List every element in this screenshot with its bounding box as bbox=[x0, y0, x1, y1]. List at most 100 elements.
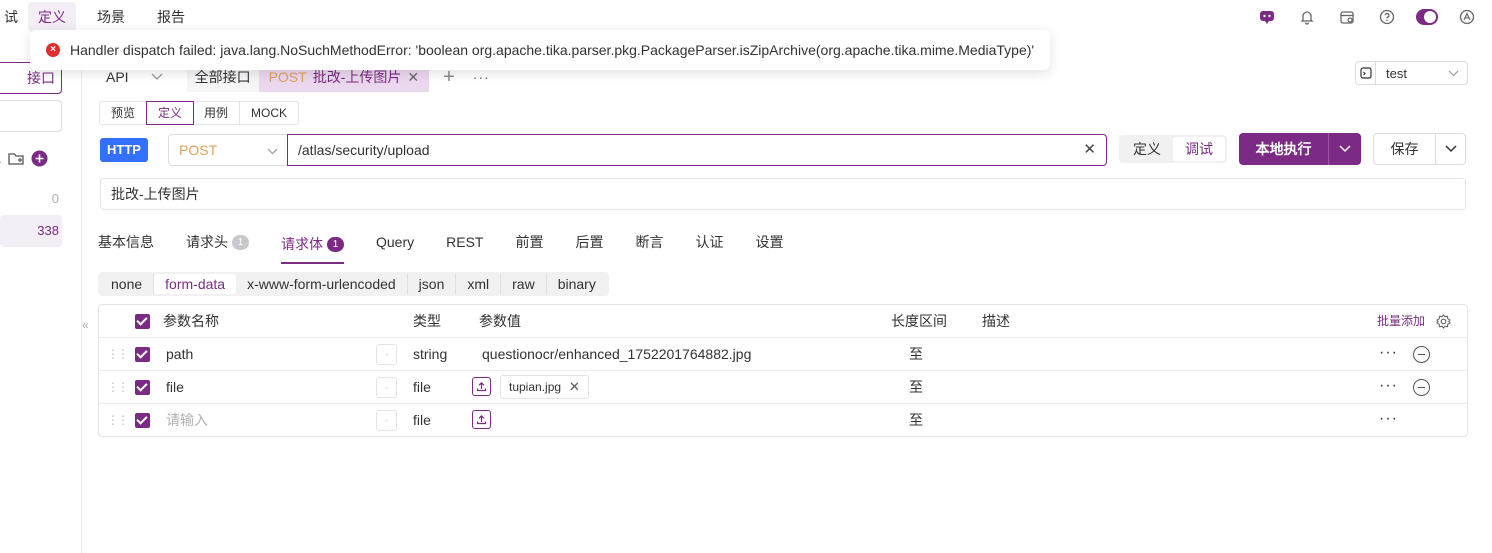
help-icon[interactable] bbox=[1376, 6, 1398, 28]
tab-label: Query bbox=[376, 234, 415, 250]
sidebar-count-unclassified: 0 bbox=[51, 191, 59, 206]
param-range[interactable]: 至 bbox=[909, 338, 923, 371]
row-checkbox[interactable] bbox=[135, 347, 150, 362]
remove-file-icon[interactable]: ✕ bbox=[569, 376, 580, 398]
save-options-dropdown[interactable] bbox=[1436, 134, 1465, 164]
row-checkbox[interactable] bbox=[135, 413, 150, 428]
param-value[interactable]: questionocr/enhanced_1752201764882.jpg bbox=[482, 338, 751, 371]
tab-headers[interactable]: 请求头 1 bbox=[186, 226, 249, 258]
top-bar: 试 定义 场景 报告 bbox=[0, 0, 1492, 34]
tab-basic-info[interactable]: 基本信息 bbox=[98, 226, 154, 258]
drag-handle-icon[interactable]: ⋮⋮ bbox=[107, 338, 129, 371]
url-input[interactable]: /atlas/security/upload ✕ bbox=[287, 134, 1107, 166]
api-name-input[interactable]: 批改-上传图片 bbox=[100, 178, 1466, 210]
body-type-binary[interactable]: binary bbox=[547, 274, 607, 294]
param-option-button[interactable]: ◦ bbox=[376, 377, 397, 398]
body-type-form-data[interactable]: form-data bbox=[154, 274, 237, 294]
row-checkbox[interactable] bbox=[135, 380, 150, 395]
drag-handle-icon[interactable]: ⋮⋮ bbox=[107, 371, 129, 404]
user-avatar-icon[interactable] bbox=[1456, 6, 1478, 28]
more-tabs-icon[interactable]: ··· bbox=[473, 69, 490, 85]
ai-assistant-icon[interactable] bbox=[1256, 6, 1278, 28]
body-type-urlencoded[interactable]: x-www-form-urlencoded bbox=[236, 274, 408, 294]
param-range[interactable]: 至 bbox=[909, 404, 923, 437]
tab-body[interactable]: 请求体 1 bbox=[281, 226, 344, 264]
nav-item-test[interactable]: 试 bbox=[0, 2, 28, 32]
select-all-checkbox[interactable] bbox=[135, 314, 150, 329]
error-message: Handler dispatch failed: java.lang.NoSuc… bbox=[70, 42, 1035, 58]
tab-post-script[interactable]: 后置 bbox=[575, 226, 603, 258]
table-row: ⋮⋮ 请输入 ◦ file 至 ··· bbox=[99, 404, 1467, 437]
run-options-dropdown[interactable] bbox=[1329, 133, 1361, 165]
switch-debug[interactable]: 调试 bbox=[1173, 137, 1225, 161]
gear-icon[interactable] bbox=[1436, 314, 1451, 329]
body-type-selector: none form-data x-www-form-urlencoded jso… bbox=[98, 272, 609, 296]
theme-toggle[interactable] bbox=[1416, 6, 1438, 28]
tab-pre-script[interactable]: 前置 bbox=[515, 226, 543, 258]
param-type[interactable]: file bbox=[413, 404, 431, 437]
error-icon: × bbox=[46, 43, 60, 57]
bell-icon[interactable] bbox=[1296, 6, 1318, 28]
new-folder-icon[interactable] bbox=[7, 151, 25, 166]
protocol-select[interactable]: API bbox=[96, 69, 173, 85]
param-type[interactable]: file bbox=[413, 371, 431, 404]
tab-label: 认证 bbox=[695, 234, 724, 250]
header-value: 参数值 bbox=[479, 313, 521, 329]
nav-item-define[interactable]: 定义 bbox=[28, 2, 76, 32]
tab-query[interactable]: Query bbox=[376, 226, 414, 258]
sidebar-search-input[interactable] bbox=[0, 100, 62, 132]
calendar-icon[interactable] bbox=[1336, 6, 1358, 28]
mode-tabs: 预览 定义 用例 MOCK bbox=[99, 101, 300, 125]
upload-icon[interactable] bbox=[472, 410, 491, 429]
nav-item-scenario[interactable]: 场景 bbox=[87, 2, 135, 32]
remove-row-icon[interactable] bbox=[1413, 346, 1430, 363]
body-type-none[interactable]: none bbox=[100, 274, 155, 294]
more-options-icon[interactable]: ··· bbox=[1379, 338, 1398, 368]
batch-add-button[interactable]: 批量添加 bbox=[1377, 305, 1425, 338]
body-type-json[interactable]: json bbox=[408, 274, 457, 294]
body-type-xml[interactable]: xml bbox=[456, 274, 502, 294]
protocol-label: API bbox=[106, 69, 129, 85]
mode-tab-define[interactable]: 定义 bbox=[146, 101, 195, 125]
clear-url-icon[interactable]: ✕ bbox=[1083, 135, 1096, 165]
switch-define[interactable]: 定义 bbox=[1121, 137, 1173, 161]
header-desc: 描述 bbox=[982, 313, 1010, 329]
mode-tab-mock[interactable]: MOCK bbox=[240, 102, 298, 124]
method-select[interactable]: POST bbox=[168, 134, 288, 166]
add-circle-icon[interactable] bbox=[31, 150, 48, 167]
tab-assertions[interactable]: 断言 bbox=[635, 226, 663, 258]
tab-label: 前置 bbox=[515, 234, 544, 250]
save-button[interactable]: 保存 bbox=[1374, 134, 1436, 164]
tab-auth[interactable]: 认证 bbox=[695, 226, 723, 258]
body-type-raw[interactable]: raw bbox=[501, 274, 547, 294]
tab-settings[interactable]: 设置 bbox=[755, 226, 783, 258]
param-name[interactable]: path bbox=[166, 338, 193, 371]
sort-icon[interactable]: . bbox=[0, 151, 2, 166]
param-type[interactable]: string bbox=[413, 338, 447, 371]
method-value: POST bbox=[179, 142, 218, 158]
chevron-down-icon bbox=[267, 135, 278, 165]
tab-rest[interactable]: REST bbox=[446, 226, 483, 258]
drag-handle-icon[interactable]: ⋮⋮ bbox=[107, 404, 129, 437]
param-option-button[interactable]: ◦ bbox=[376, 410, 397, 431]
header-name: 参数名称 bbox=[163, 313, 219, 329]
collapse-sidebar-icon[interactable]: « bbox=[82, 318, 89, 332]
more-options-icon[interactable]: ··· bbox=[1379, 371, 1398, 401]
tab-label: 基本信息 bbox=[98, 234, 154, 250]
nav-item-report[interactable]: 报告 bbox=[147, 2, 195, 32]
error-toast: × Handler dispatch failed: java.lang.NoS… bbox=[30, 30, 1050, 70]
upload-icon[interactable] bbox=[472, 377, 491, 396]
environment-select[interactable]: test bbox=[1355, 61, 1468, 85]
more-options-icon[interactable]: ··· bbox=[1379, 404, 1398, 434]
mode-tab-case[interactable]: 用例 bbox=[193, 102, 241, 124]
param-option-button[interactable]: ◦ bbox=[376, 344, 397, 365]
table-row: ⋮⋮ file ◦ file tupian.jpg ✕ 至 ··· bbox=[99, 371, 1467, 404]
local-run-button[interactable]: 本地执行 bbox=[1239, 133, 1329, 165]
param-range[interactable]: 至 bbox=[909, 371, 923, 404]
param-name[interactable]: file bbox=[166, 371, 184, 404]
environment-value: test bbox=[1386, 65, 1407, 81]
param-name-input[interactable]: 请输入 bbox=[166, 404, 208, 437]
chevron-down-icon bbox=[151, 73, 163, 80]
remove-row-icon[interactable] bbox=[1413, 379, 1430, 396]
mode-tab-preview[interactable]: 预览 bbox=[100, 102, 148, 124]
